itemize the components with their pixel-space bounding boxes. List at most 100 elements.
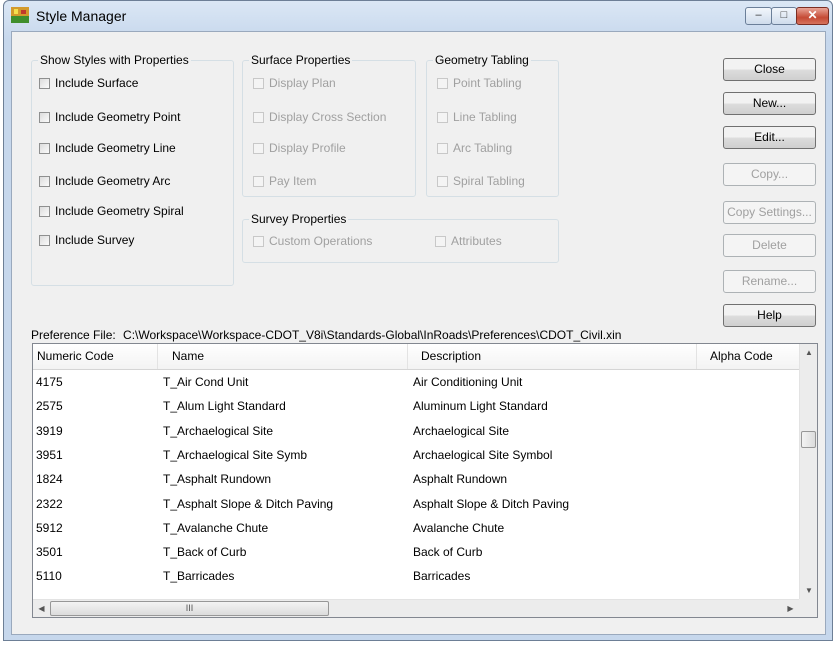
table-row[interactable]: 5912 T_Avalanche Chute Avalanche Chute	[33, 516, 799, 540]
checkbox-label: Display Profile	[269, 141, 346, 155]
checkbox-label: Include Geometry Point	[55, 110, 181, 124]
table-row[interactable]: 3951 T_Archaelogical Site Symb Archaelogic…	[33, 443, 799, 467]
checkbox-box	[253, 112, 264, 123]
cell-description: Avalanche Chute	[413, 520, 505, 535]
new-button[interactable]: New...	[723, 92, 816, 115]
spiral-tabling-checkbox: Spiral Tabling	[437, 173, 525, 189]
include-geometry-line-checkbox[interactable]: Include Geometry Line	[39, 140, 176, 156]
cell-description: Back of Curb	[413, 545, 483, 560]
cell-name: T_Back of Curb	[163, 545, 247, 560]
checkbox-box	[253, 236, 264, 247]
cell-numeric-code: 3951	[36, 447, 63, 462]
table-row[interactable]: 3919 T_Archaelogical Site Archaelogical Si…	[33, 419, 799, 443]
cell-numeric-code: 3919	[36, 423, 63, 438]
cell-description: Archaelogical Site Symbol	[413, 447, 553, 462]
checkbox-box[interactable]	[39, 143, 50, 154]
custom-operations-checkbox: Custom Operations	[253, 233, 372, 249]
checkbox-label: Line Tabling	[453, 110, 517, 124]
checkbox-box	[435, 236, 446, 247]
display-plan-checkbox: Display Plan	[253, 75, 336, 91]
column-header-numeric-code[interactable]: Numeric Code	[33, 344, 158, 369]
horizontal-scroll-thumb[interactable]: III	[50, 601, 329, 616]
minimize-button[interactable]: –	[745, 7, 772, 25]
vertical-scrollbar[interactable]: ▲ ▼	[799, 344, 817, 599]
vertical-scroll-thumb[interactable]	[801, 431, 816, 448]
attributes-checkbox: Attributes	[435, 233, 502, 249]
table-row[interactable]: 4175 T_Air Cond Unit Air Conditioning Unit	[33, 370, 799, 394]
include-survey-checkbox[interactable]: Include Survey	[39, 232, 134, 248]
checkbox-box[interactable]	[39, 78, 50, 89]
cell-numeric-code: 5110	[36, 569, 62, 584]
checkbox-label: Include Geometry Spiral	[55, 204, 184, 218]
cell-description: Air Conditioning Unit	[413, 375, 523, 389]
dialog-body: Show Styles with Properties Include Surf…	[11, 31, 826, 635]
checkbox-label: Include Geometry Line	[55, 141, 176, 155]
title-bar[interactable]: Style Manager – □ ✕	[4, 1, 832, 31]
cell-description: Aluminum Light Standard	[413, 399, 548, 414]
checkbox-box	[437, 78, 448, 89]
cell-numeric-code: 1824	[36, 472, 63, 487]
checkbox-label: Arc Tabling	[453, 141, 513, 155]
styles-list[interactable]: Numeric Code Name Description Alpha Code…	[32, 343, 818, 618]
checkbox-box[interactable]	[39, 206, 50, 217]
cell-name: T_Barricades	[163, 569, 235, 584]
table-row[interactable]: 1824 T_Asphalt Rundown Asphalt Rundown	[33, 467, 799, 491]
checkbox-label: Display Cross Section	[269, 110, 387, 124]
geometry-tabling-title: Geometry Tabling	[433, 53, 531, 67]
window-title: Style Manager	[36, 8, 127, 24]
cell-description: Barricades	[413, 569, 471, 584]
checkbox-box[interactable]	[39, 235, 50, 246]
point-tabling-checkbox: Point Tabling	[437, 75, 522, 91]
table-row[interactable]: 3501 T_Back of Curb Back of Curb	[33, 540, 799, 564]
include-geometry-point-checkbox[interactable]: Include Geometry Point	[39, 109, 180, 125]
table-row[interactable]: 5110 T_Barricades Barricades	[33, 564, 799, 588]
close-window-button[interactable]: ✕	[796, 7, 829, 25]
include-geometry-arc-checkbox[interactable]: Include Geometry Arc	[39, 173, 170, 189]
cell-name: T_Asphalt Rundown	[163, 472, 272, 487]
scrollbar-corner	[799, 599, 817, 617]
checkbox-label: Attributes	[451, 234, 502, 248]
cell-numeric-code: 2575	[36, 399, 63, 414]
cell-description: Asphalt Rundown	[413, 472, 508, 487]
help-button[interactable]: Help	[723, 304, 816, 327]
checkbox-label: Spiral Tabling	[453, 174, 525, 188]
delete-button: Delete	[723, 234, 816, 257]
scroll-left-arrow-icon[interactable]: ◀	[33, 600, 50, 617]
maximize-button[interactable]: □	[771, 7, 797, 25]
checkbox-label: Include Geometry Arc	[55, 174, 171, 188]
column-header-name[interactable]: Name	[158, 344, 408, 369]
cell-name: T_Air Cond Unit	[163, 375, 249, 389]
display-cross-section-checkbox: Display Cross Section	[253, 109, 386, 125]
copy-settings-button: Copy Settings...	[723, 201, 816, 224]
cell-name: T_Avalanche Chute	[163, 520, 269, 535]
surface-properties-title: Surface Properties	[249, 53, 353, 67]
list-header: Numeric Code Name Description Alpha Code	[33, 344, 799, 370]
rename-button: Rename...	[723, 270, 816, 293]
cell-name: T_Asphalt Slope & Ditch Paving	[163, 496, 334, 511]
cell-name: T_Alum Light Standard	[163, 399, 286, 414]
close-button[interactable]: Close	[723, 58, 816, 81]
cell-numeric-code: 4175	[36, 375, 63, 389]
display-profile-checkbox: Display Profile	[253, 140, 346, 156]
table-row[interactable]: 2322 T_Asphalt Slope & Ditch Paving Asphal…	[33, 492, 799, 516]
checkbox-label: Include Surface	[55, 76, 139, 90]
preference-file-line: Preference File: C:\Workspace\Workspace-…	[31, 328, 621, 342]
scroll-right-arrow-icon[interactable]: ▶	[782, 600, 799, 617]
checkbox-box[interactable]	[39, 176, 50, 187]
style-manager-window: Style Manager – □ ✕ Show Styles with Pro…	[3, 0, 833, 641]
pay-item-checkbox: Pay Item	[253, 173, 316, 189]
checkbox-box	[253, 78, 264, 89]
scroll-up-arrow-icon[interactable]: ▲	[800, 344, 817, 361]
column-header-description[interactable]: Description	[408, 344, 697, 369]
checkbox-box[interactable]	[39, 112, 50, 123]
checkbox-box	[437, 143, 448, 154]
edit-button[interactable]: Edit...	[723, 126, 816, 149]
preference-file-path: C:\Workspace\Workspace-CDOT_V8i\Standard…	[123, 328, 622, 342]
scroll-down-arrow-icon[interactable]: ▼	[800, 582, 817, 599]
include-geometry-spiral-checkbox[interactable]: Include Geometry Spiral	[39, 203, 184, 219]
include-surface-checkbox[interactable]: Include Surface	[39, 75, 138, 91]
cell-numeric-code: 2322	[36, 496, 63, 511]
table-row[interactable]: 2575 T_Alum Light Standard Aluminum Light …	[33, 394, 799, 418]
column-header-alpha-code[interactable]: Alpha Code	[697, 344, 799, 369]
horizontal-scrollbar[interactable]: ◀ III ▶	[33, 599, 799, 617]
